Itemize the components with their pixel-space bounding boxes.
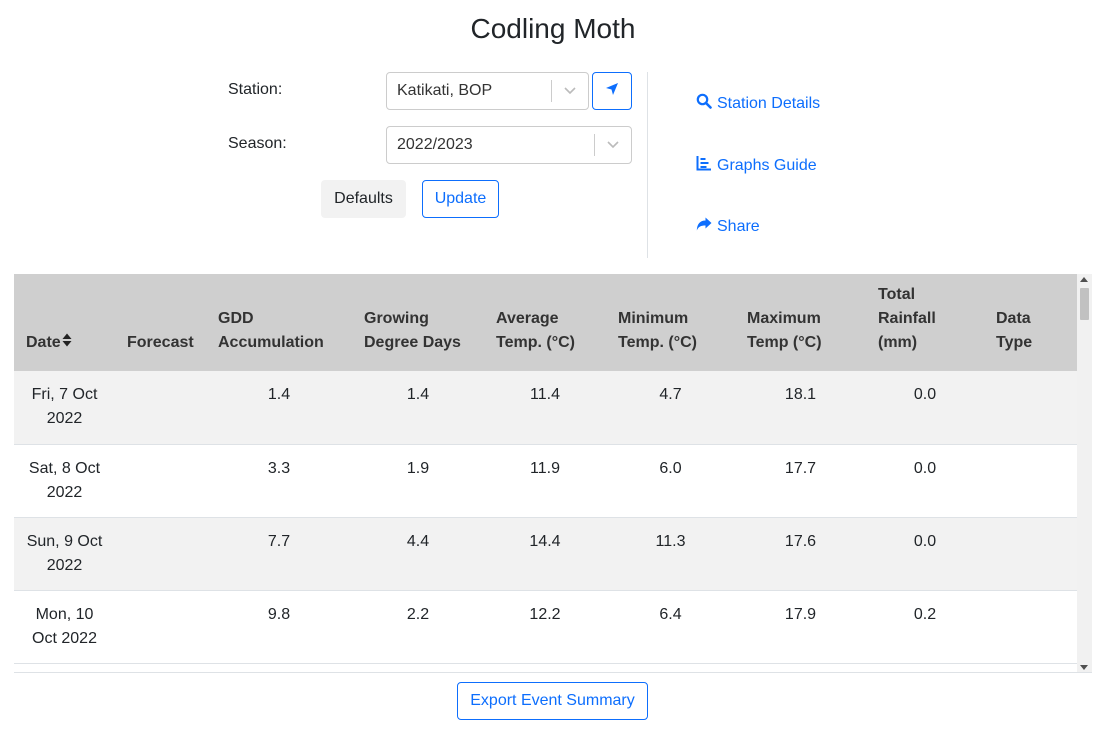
- cell-maximum-temp: 17.7: [735, 444, 866, 518]
- cell-growing-degree-days: 1.4: [352, 371, 484, 445]
- cell-date: Sat, 8 Oct 2022: [14, 444, 115, 518]
- cell-maximum-temp: 18.1: [735, 371, 866, 445]
- table-scrollbar[interactable]: [1077, 274, 1092, 673]
- locate-button[interactable]: [592, 72, 632, 110]
- table-row: Sat, 8 Oct 2022 3.3 1.9 11.9 6.0 17.7 0.0: [14, 444, 1077, 518]
- data-table: Date Forecast GDD Accumulation Growing Deg…: [14, 274, 1077, 664]
- cell-growing-degree-days: 2.2: [352, 590, 484, 664]
- graphs-guide-label: Graphs Guide: [717, 156, 817, 174]
- location-arrow-icon: [605, 82, 619, 101]
- cell-growing-degree-days: 4.4: [352, 517, 484, 591]
- scroll-down-arrow[interactable]: [1080, 665, 1088, 670]
- cell-date: Fri, 7 Oct 2022: [14, 371, 115, 445]
- cell-forecast: [115, 371, 206, 445]
- station-select-value: Katikati, BOP: [397, 82, 493, 99]
- cell-data-type: [984, 590, 1077, 664]
- cell-total-rainfall: 0.0: [866, 444, 984, 518]
- cell-total-rainfall: 0.0: [866, 371, 984, 445]
- chart-icon: [696, 155, 717, 176]
- share-link[interactable]: Share: [696, 217, 760, 237]
- cell-total-rainfall: 0.0: [866, 517, 984, 591]
- scrollbar-thumb[interactable]: [1080, 288, 1089, 320]
- page-title: Codling Moth: [470, 13, 636, 44]
- graphs-guide-link[interactable]: Graphs Guide: [696, 155, 817, 176]
- column-header-date[interactable]: Date: [14, 274, 115, 371]
- table-bottom-border: [14, 672, 1092, 673]
- column-header-maximum-temp: Maximum Temp (°C): [735, 274, 866, 371]
- cell-average-temp: 14.4: [484, 517, 606, 591]
- cell-forecast: [115, 590, 206, 664]
- column-header-minimum-temp: Minimum Temp. (°C): [606, 274, 735, 371]
- cell-date: Mon, 10 Oct 2022: [14, 590, 115, 664]
- cell-maximum-temp: 17.9: [735, 590, 866, 664]
- cell-date: Sun, 9 Oct 2022: [14, 517, 115, 591]
- defaults-button[interactable]: Defaults: [321, 180, 406, 218]
- scroll-up-arrow[interactable]: [1080, 277, 1088, 282]
- column-header-forecast: Forecast: [115, 274, 206, 371]
- cell-average-temp: 12.2: [484, 590, 606, 664]
- station-details-link[interactable]: Station Details: [696, 93, 820, 114]
- vertical-divider: [647, 72, 648, 258]
- cell-average-temp: 11.9: [484, 444, 606, 518]
- station-details-label: Station Details: [717, 94, 821, 112]
- cell-data-type: [984, 517, 1077, 591]
- update-button[interactable]: Update: [422, 180, 499, 218]
- column-header-total-rainfall: Total Rainfall (mm): [866, 274, 984, 371]
- cell-data-type: [984, 444, 1077, 518]
- chevron-down-icon: [595, 141, 631, 149]
- cell-gdd-accumulation: 7.7: [206, 517, 352, 591]
- share-icon: [696, 217, 717, 237]
- table-row: Sun, 9 Oct 2022 7.7 4.4 14.4 11.3 17.6 0.…: [14, 517, 1077, 591]
- export-event-summary-button[interactable]: Export Event Summary: [457, 682, 648, 720]
- cell-minimum-temp: 6.0: [606, 444, 735, 518]
- season-label: Season:: [228, 135, 287, 152]
- season-select[interactable]: 2022/2023: [386, 126, 632, 164]
- column-header-growing-degree-days: Growing Degree Days: [352, 274, 484, 371]
- cell-average-temp: 11.4: [484, 371, 606, 445]
- station-label: Station:: [228, 81, 283, 98]
- cell-minimum-temp: 11.3: [606, 517, 735, 591]
- cell-growing-degree-days: 1.9: [352, 444, 484, 518]
- cell-minimum-temp: 4.7: [606, 371, 735, 445]
- cell-maximum-temp: 17.6: [735, 517, 866, 591]
- season-select-value: 2022/2023: [397, 136, 473, 153]
- table-header-row: Date Forecast GDD Accumulation Growing Deg…: [14, 274, 1077, 371]
- station-select[interactable]: Katikati, BOP: [386, 72, 589, 110]
- column-header-average-temp: Average Temp. (°C): [484, 274, 606, 371]
- cell-minimum-temp: 6.4: [606, 590, 735, 664]
- chevron-down-icon: [552, 87, 588, 95]
- sort-icon: [62, 331, 72, 355]
- search-icon: [696, 93, 717, 114]
- table-row: Fri, 7 Oct 2022 1.4 1.4 11.4 4.7 18.1 0.0: [14, 371, 1077, 445]
- cell-gdd-accumulation: 1.4: [206, 371, 352, 445]
- cell-total-rainfall: 0.2: [866, 590, 984, 664]
- cell-gdd-accumulation: 3.3: [206, 444, 352, 518]
- column-header-gdd-accumulation: GDD Accumulation: [206, 274, 352, 371]
- data-table-container: Date Forecast GDD Accumulation Growing Deg…: [14, 274, 1092, 673]
- table-row: Mon, 10 Oct 2022 9.8 2.2 12.2 6.4 17.9 0.…: [14, 590, 1077, 664]
- share-label: Share: [717, 218, 760, 235]
- cell-forecast: [115, 444, 206, 518]
- cell-forecast: [115, 517, 206, 591]
- cell-data-type: [984, 371, 1077, 445]
- column-header-data-type: Data Type: [984, 274, 1077, 371]
- cell-gdd-accumulation: 9.8: [206, 590, 352, 664]
